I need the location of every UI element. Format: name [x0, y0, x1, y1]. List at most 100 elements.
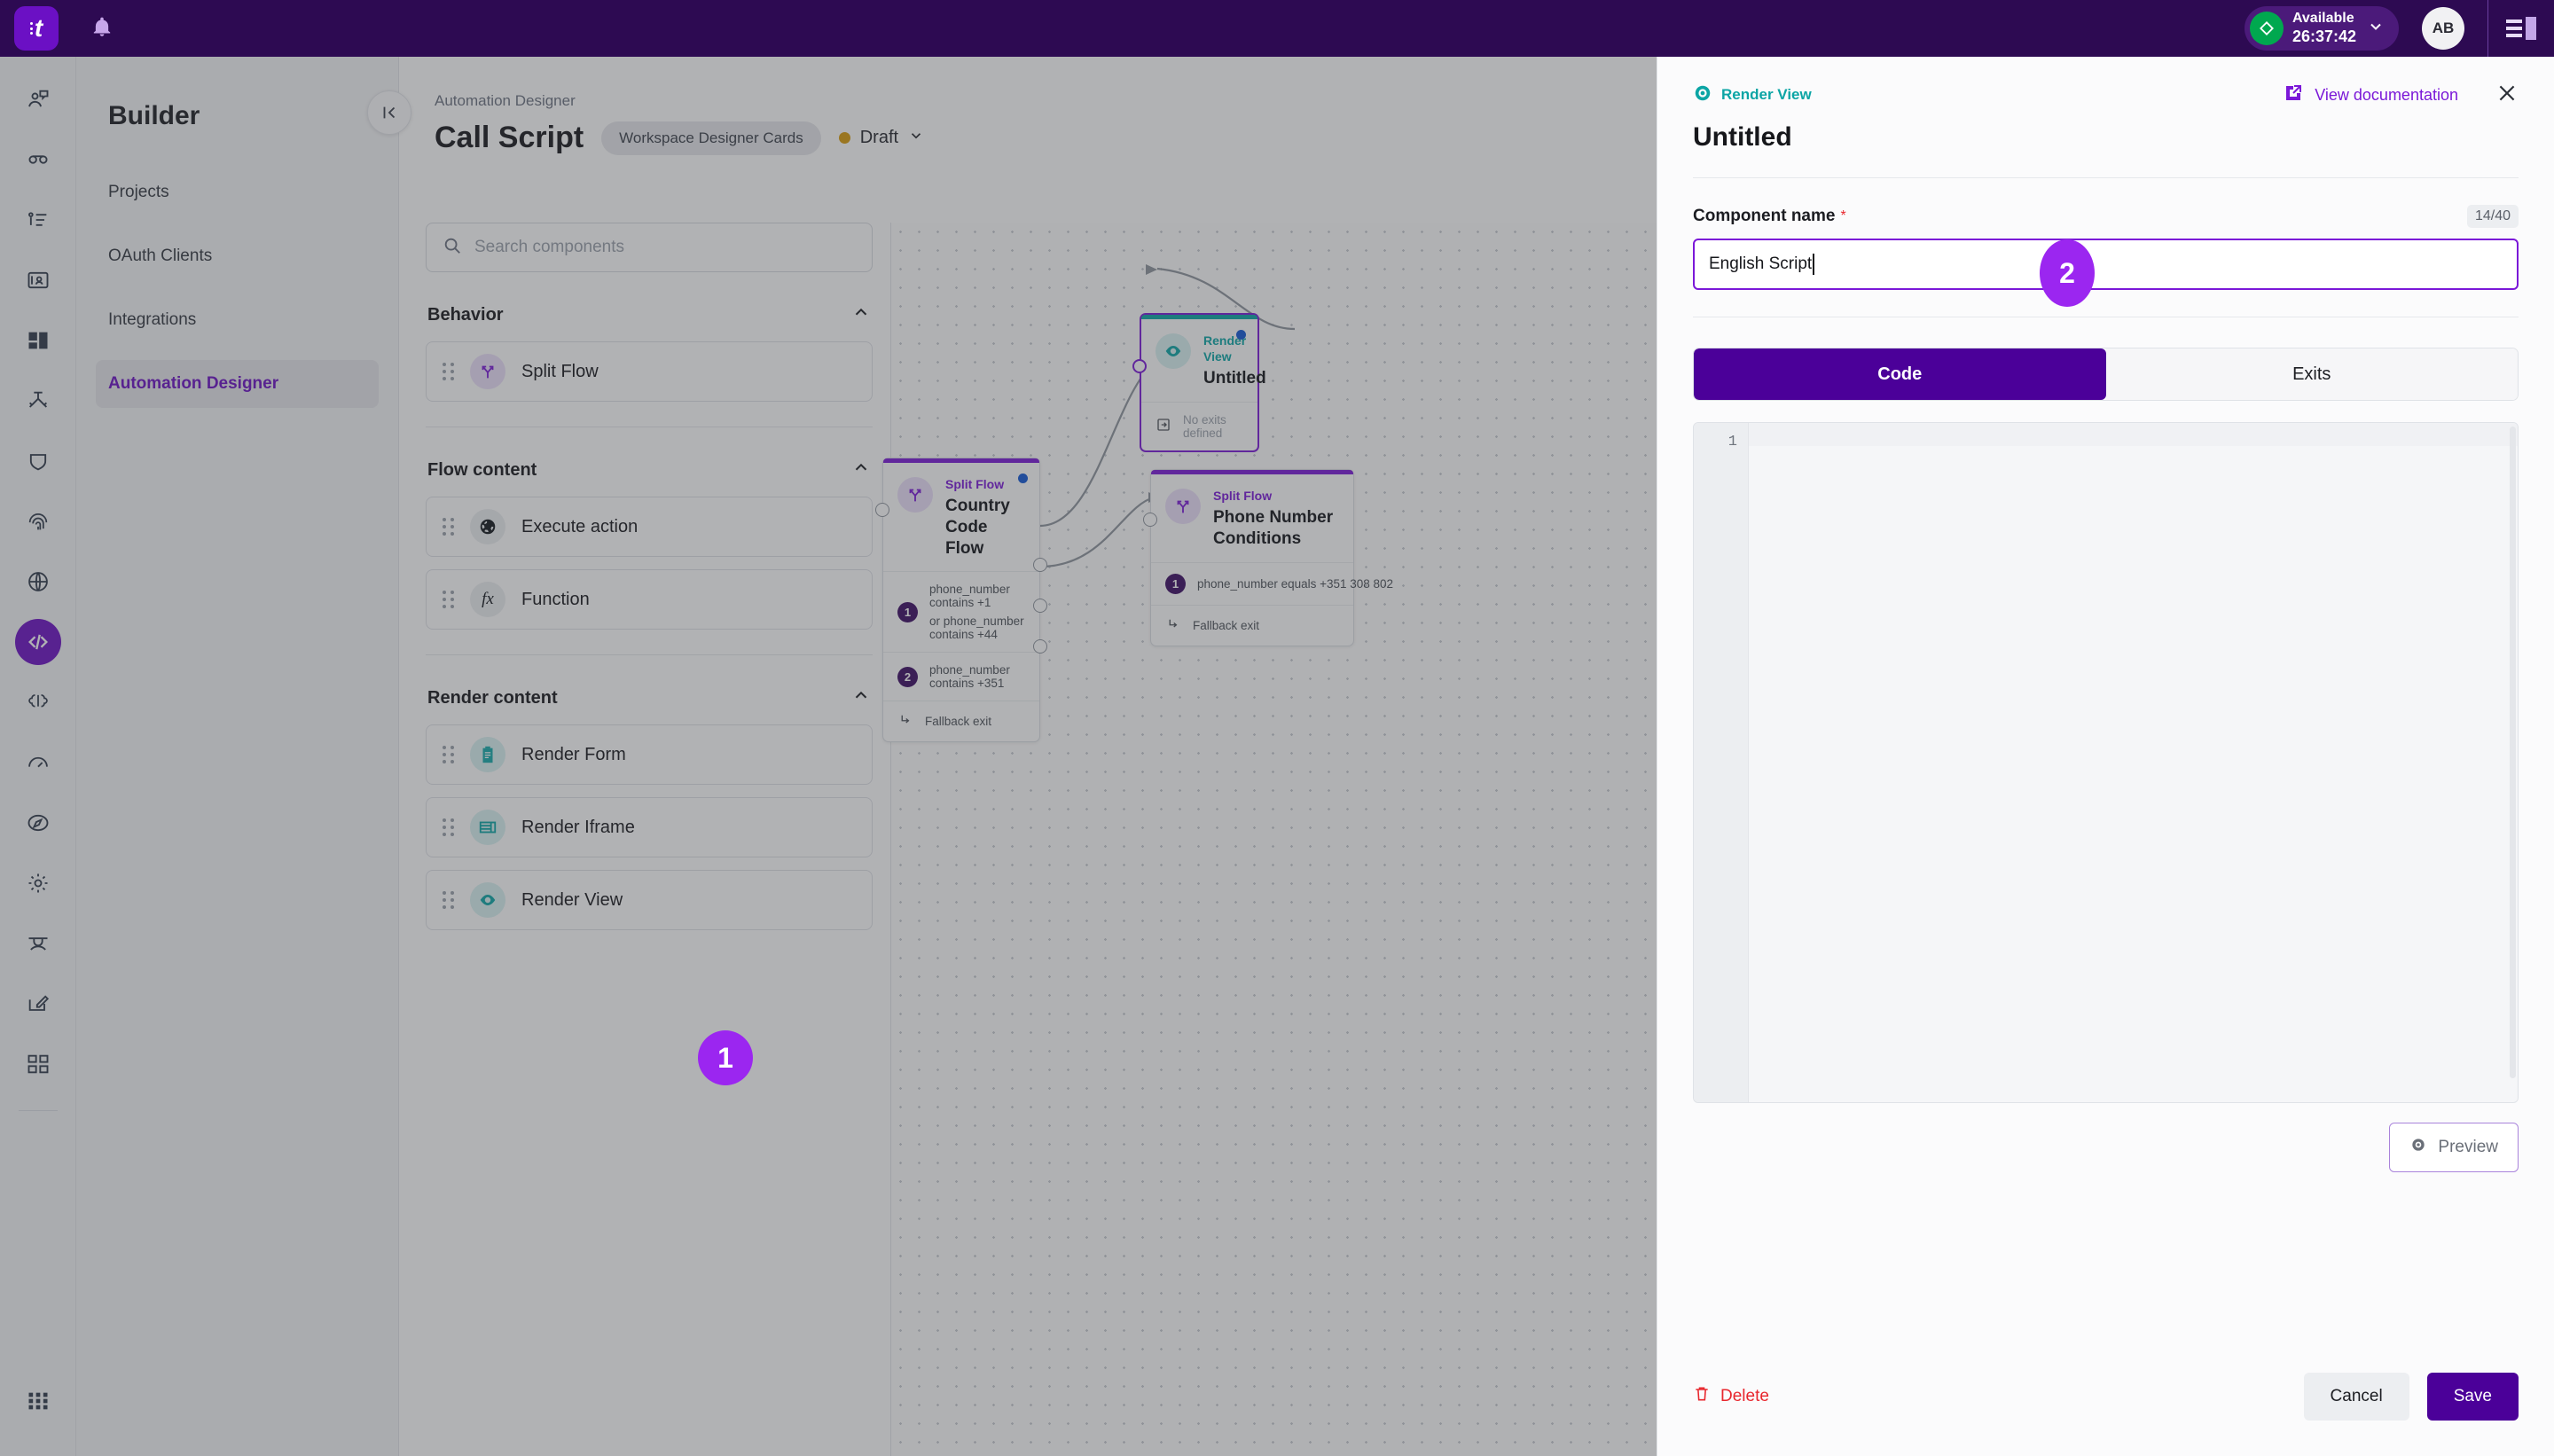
fingerprint-icon[interactable]: [15, 498, 61, 544]
app-switcher-icon[interactable]: [15, 1378, 61, 1424]
dashboard-layout-icon[interactable]: [15, 317, 61, 364]
preview-row: Preview: [1693, 1123, 2519, 1172]
component-label: Execute action: [521, 516, 638, 536]
globe-action-icon: [470, 509, 505, 544]
speedometer-icon[interactable]: [15, 740, 61, 786]
editor-code-area[interactable]: [1749, 423, 2518, 1102]
availability-status-pill[interactable]: Available 26:37:42: [2244, 6, 2399, 51]
editor-scrollbar[interactable]: [2510, 427, 2516, 1079]
gear-settings-icon[interactable]: [15, 860, 61, 906]
availability-diamond-icon: [2249, 12, 2284, 45]
component-label: Function: [521, 589, 590, 609]
training-icon[interactable]: [15, 920, 61, 967]
sidebar-item-projects[interactable]: Projects: [96, 168, 379, 216]
voice-call-icon[interactable]: [15, 137, 61, 183]
component-name-field-header: Component name * 14/40: [1693, 205, 2519, 228]
node-input-port[interactable]: [1143, 513, 1157, 527]
avatar[interactable]: AB: [2422, 7, 2464, 50]
sidebar-item-label: Projects: [108, 183, 169, 201]
group-header-flow-content[interactable]: Flow content: [427, 458, 871, 482]
group-header-render-content[interactable]: Render content: [427, 685, 871, 710]
search-input[interactable]: [474, 238, 856, 257]
code-builder-icon[interactable]: [14, 619, 61, 665]
footer-actions: Cancel Save: [2303, 1373, 2519, 1421]
close-icon[interactable]: [2495, 82, 2519, 108]
availability-timer: 26:37:42: [2292, 27, 2356, 45]
search-components[interactable]: [426, 223, 873, 272]
function-fx-icon: fx: [470, 582, 505, 617]
notification-bell-icon[interactable]: [90, 15, 114, 43]
drag-handle-icon[interactable]: [443, 818, 454, 836]
component-render-form[interactable]: Render Form: [426, 724, 873, 785]
drawer-header: Render View View documentation Untitled: [1657, 57, 2554, 178]
shield-icon[interactable]: [15, 438, 61, 484]
node-status-dot: [1236, 330, 1246, 340]
view-documentation-link[interactable]: View documentation: [2283, 82, 2458, 108]
node-untitled[interactable]: Render View Untitled No exits defined: [1132, 313, 1266, 452]
node-input-port[interactable]: [1132, 359, 1147, 373]
apps-grid-icon[interactable]: [15, 1041, 61, 1087]
globe-icon[interactable]: [15, 559, 61, 605]
drawer-form: Component name * 14/40 English Script: [1657, 178, 2554, 317]
component-function[interactable]: fx Function: [426, 569, 873, 630]
compass-icon[interactable]: [15, 800, 61, 846]
node-header: Split Flow Phone Number Conditions: [1151, 474, 1353, 562]
group-header-behavior[interactable]: Behavior: [427, 302, 871, 327]
preview-button[interactable]: Preview: [2389, 1123, 2519, 1172]
node-kind: Split Flow: [1213, 489, 1273, 503]
flow-canvas[interactable]: Render View Untitled No exits defined Sp…: [875, 223, 1657, 1456]
drag-handle-icon[interactable]: [443, 891, 454, 909]
node-input-port[interactable]: [875, 503, 889, 517]
hamburger-menu-icon[interactable]: [2488, 0, 2554, 57]
node-exit-row: No exits defined: [1141, 401, 1257, 450]
drag-handle-icon[interactable]: [443, 746, 454, 763]
sidebar-item-oauth-clients[interactable]: OAuth Clients: [96, 232, 379, 280]
agent-assist-icon[interactable]: [15, 76, 61, 122]
node-exit-port-2[interactable]: [1033, 599, 1047, 613]
routing-flow-icon[interactable]: [15, 378, 61, 424]
save-button[interactable]: Save: [2426, 1373, 2519, 1421]
node-exit-label-2: or phone_number contains +44: [929, 614, 1024, 642]
chevron-up-icon[interactable]: [851, 685, 871, 710]
group-title: Flow content: [427, 459, 537, 480]
delete-button[interactable]: Delete: [1693, 1385, 1769, 1408]
chevron-down-icon[interactable]: [908, 128, 924, 149]
no-exit-icon: [1156, 417, 1171, 435]
node-phone-number-conditions[interactable]: Split Flow Phone Number Conditions 1 pho…: [1143, 469, 1393, 646]
component-split-flow[interactable]: Split Flow: [426, 341, 873, 402]
component-name-input[interactable]: English Script: [1693, 239, 2519, 290]
breadcrumb[interactable]: Automation Designer: [435, 92, 1657, 110]
app-logo-icon[interactable]: t: [14, 6, 59, 51]
tab-code[interactable]: Code: [1694, 348, 2106, 400]
node-fallback-port[interactable]: [1033, 639, 1047, 654]
code-editor[interactable]: 1: [1693, 422, 2519, 1103]
node-country-code-flow[interactable]: Split Flow Country Code Flow 1 phone_num…: [875, 458, 1047, 743]
drag-handle-icon[interactable]: [443, 591, 454, 608]
sidebar-item-integrations[interactable]: Integrations: [96, 296, 379, 344]
component-render-iframe[interactable]: Render Iframe: [426, 797, 873, 857]
clipboard-form-icon: [470, 737, 505, 772]
sidebar-item-automation-designer[interactable]: Automation Designer: [96, 360, 379, 408]
status-label: Draft: [859, 128, 899, 147]
group-divider: [426, 654, 873, 655]
search-icon: [443, 236, 462, 260]
chevron-up-icon[interactable]: [851, 302, 871, 327]
collapse-panel-icon[interactable]: [367, 90, 411, 135]
queue-list-icon[interactable]: [15, 197, 61, 243]
compose-edit-icon[interactable]: [15, 981, 61, 1027]
drag-handle-icon[interactable]: [443, 363, 454, 380]
chevron-down-icon[interactable]: [2367, 18, 2385, 40]
drag-handle-icon[interactable]: [443, 518, 454, 536]
component-settings-drawer: Render View View documentation Untitled …: [1657, 57, 2554, 1456]
status-badge[interactable]: Draft: [838, 128, 924, 149]
contacts-icon[interactable]: [15, 257, 61, 303]
tab-exits[interactable]: Exits: [2105, 348, 2518, 400]
availability-text: Available 26:37:42: [2292, 11, 2356, 45]
component-render-view[interactable]: Render View: [426, 870, 873, 930]
brain-ai-icon[interactable]: [15, 679, 61, 725]
node-exit-port-1[interactable]: [1033, 558, 1047, 572]
component-execute-action[interactable]: Execute action: [426, 497, 873, 557]
chevron-up-icon[interactable]: [851, 458, 871, 482]
eye-view-icon: [470, 882, 505, 918]
cancel-button[interactable]: Cancel: [2303, 1373, 2409, 1421]
